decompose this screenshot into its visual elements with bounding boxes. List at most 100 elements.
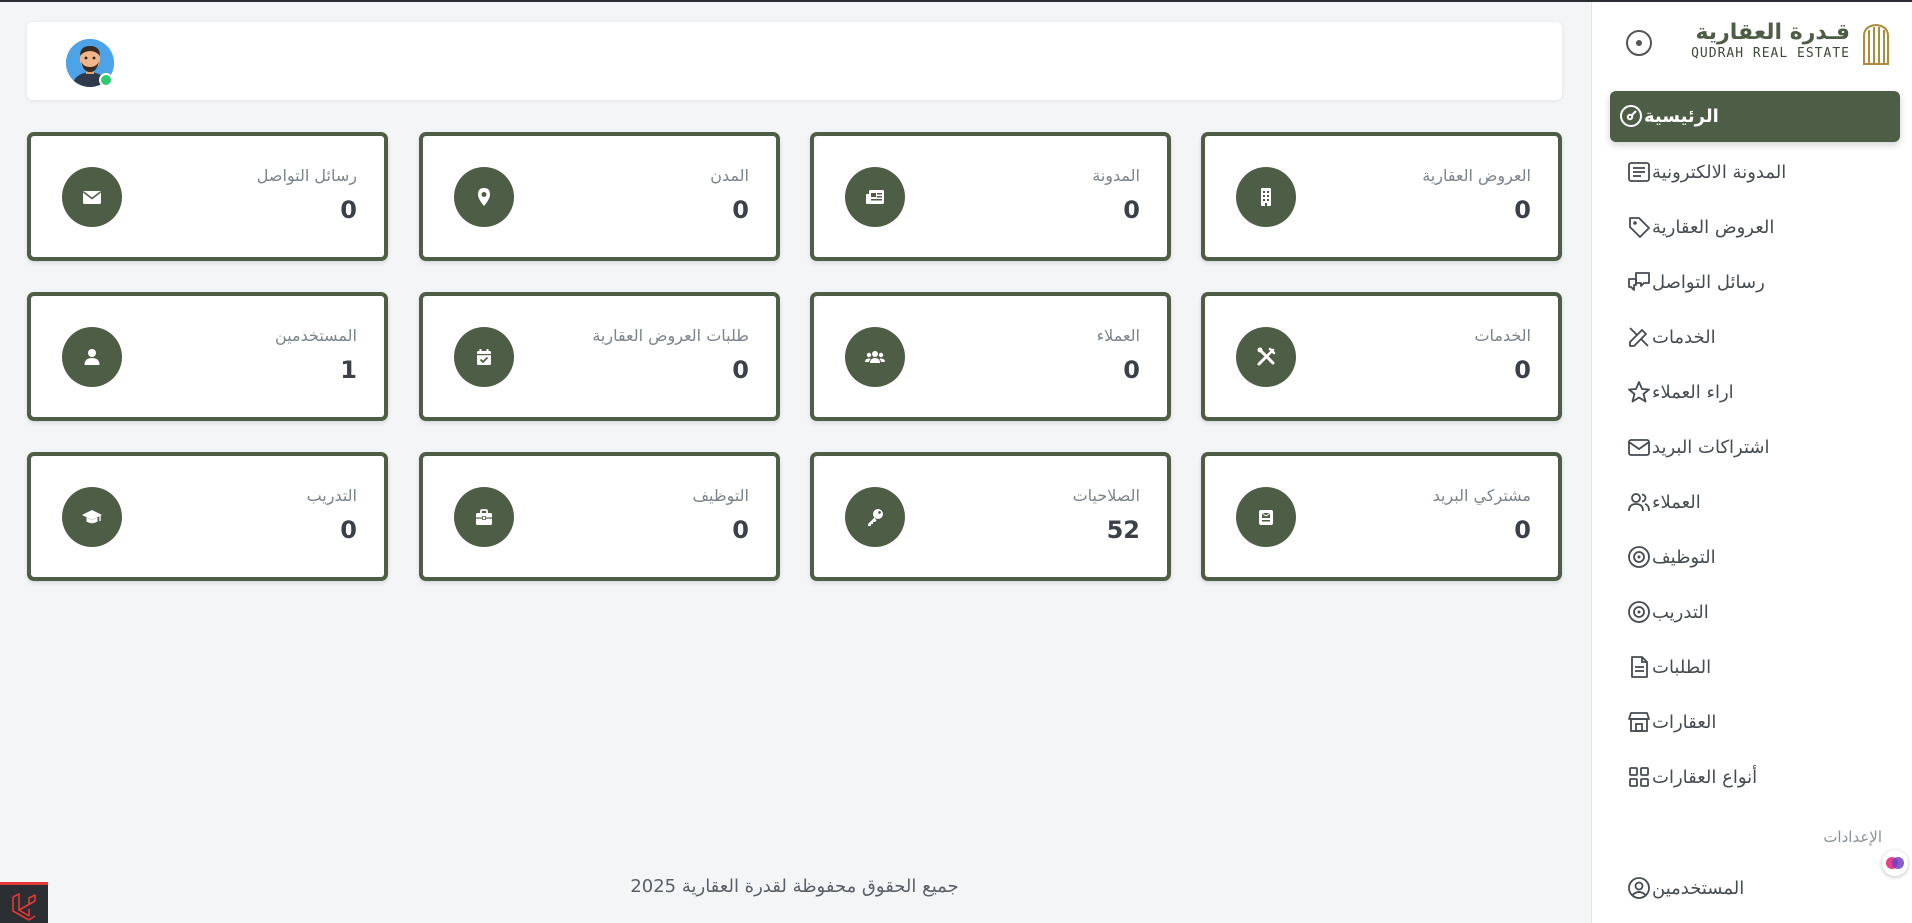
card-value: 0 [732,196,749,224]
sidebar-item-label: رسائل التواصل [1652,271,1765,293]
sidebar-item-label: العقارات [1652,711,1717,733]
card-value: 0 [732,356,749,384]
sidebar-item-label: المستخدمين [1652,877,1745,899]
sidebar-item-testimonials[interactable]: اراء العملاء [1614,370,1894,414]
sidebar-item-jobs[interactable]: التوظيف [1614,535,1894,579]
sidebar-item-subscriptions[interactable]: اشتراكات البريد [1614,425,1894,469]
card-title: مشتركي البريد [1432,486,1531,505]
sidebar-item-label: العروض العقارية [1652,216,1775,238]
tools-icon [1236,327,1296,387]
sidebar-item-requests[interactable]: الطلبات [1614,645,1894,689]
card-title: الخدمات [1474,326,1531,345]
tag-icon [1626,214,1652,240]
card-value: 0 [340,516,357,544]
graduation-cap-icon [62,487,122,547]
card-title: الصلاحيات [1072,486,1140,505]
sidebar-item-clients[interactable]: العملاء [1614,480,1894,524]
sidebar-item-messages[interactable]: رسائل التواصل [1614,260,1894,304]
stat-card-blog[interactable]: المدونة 0 [810,132,1171,261]
document-icon [1626,654,1652,680]
dashboard-gauge-icon [1618,103,1644,129]
sidebar-item-label: الخدمات [1652,326,1716,348]
card-title: المستخدمين [275,326,357,345]
user-circle-icon [1626,875,1652,901]
stat-card-cities[interactable]: المدن 0 [419,132,780,261]
envelope-icon [62,167,122,227]
brand-mark-icon [1863,23,1889,65]
stat-card-training[interactable]: التدريب 0 [27,452,388,581]
stat-card-services[interactable]: الخدمات 0 [1201,292,1562,421]
brand-name-english: QUDRAH REAL ESTATE [1691,46,1850,61]
sidebar-item-label: العملاء [1652,491,1701,513]
card-title: العملاء [1096,326,1140,345]
card-value: 0 [340,196,357,224]
settings-section-heading: الإعدادات [1823,828,1882,846]
sidebar-item-property-types[interactable]: أنواع العقارات [1614,755,1894,799]
briefcase-icon [454,487,514,547]
sidebar-item-properties[interactable]: العقارات [1614,700,1894,744]
mail-icon [1626,434,1652,460]
stat-card-users[interactable]: المستخدمين 1 [27,292,388,421]
sidebar-item-training[interactable]: التدريب [1614,590,1894,634]
messages-icon [1626,269,1652,295]
stat-card-jobs[interactable]: التوظيف 0 [419,452,780,581]
card-value: 0 [1514,356,1531,384]
card-value: 0 [732,516,749,544]
brand-name-arabic: قـدرة العقارية [1695,20,1850,45]
card-value: 0 [1123,356,1140,384]
mail-box-icon [1236,487,1296,547]
sidebar-item-blog[interactable]: المدونة الالكترونية [1614,150,1894,194]
brand-logo[interactable]: قـدرة العقارية QUDRAH REAL ESTATE [1691,20,1892,70]
stat-card-property-offers[interactable]: العروض العقارية 0 [1201,132,1562,261]
stat-card-permissions[interactable]: الصلاحيات 52 [810,452,1171,581]
sidebar-item-label: الرئيسية [1644,105,1719,127]
card-value: 0 [1514,516,1531,544]
card-value: 52 [1106,516,1140,544]
online-status-indicator [99,73,113,87]
sidebar-item-label: الطلبات [1652,656,1712,678]
sidebar: قـدرة العقارية QUDRAH REAL ESTATE الرئيس… [1591,2,1912,923]
target-icon [1626,544,1652,570]
card-title: العروض العقارية [1422,166,1531,185]
newspaper-icon [1626,159,1652,185]
grid-icon [1626,764,1652,790]
stat-card-contact-messages[interactable]: رسائل التواصل 0 [27,132,388,261]
stat-card-mail-subscribers[interactable]: مشتركي البريد 0 [1201,452,1562,581]
ai-assistant-icon[interactable] [1882,850,1908,876]
sidebar-item-label: التوظيف [1652,546,1716,568]
footer-copyright: جميع الحقوق محفوظة لقدرة العقارية 2025 [630,876,959,897]
key-icon [845,487,905,547]
sidebar-item-services[interactable]: الخدمات [1614,315,1894,359]
card-title: المدونة [1092,166,1140,185]
sidebar-item-users[interactable]: المستخدمين [1614,866,1894,910]
sidebar-item-label: التدريب [1652,601,1709,623]
stat-card-clients[interactable]: العملاء 0 [810,292,1171,421]
card-title: طلبات العروض العقارية [592,326,749,345]
building-store-icon [1626,709,1652,735]
sidebar-item-label: أنواع العقارات [1652,766,1758,788]
sidebar-item-offers[interactable]: العروض العقارية [1614,205,1894,249]
card-title: رسائل التواصل [256,166,357,185]
location-pin-icon [454,167,514,227]
sidebar-item-label: المدونة الالكترونية [1652,161,1787,183]
newspaper-icon [845,167,905,227]
star-icon [1626,379,1652,405]
card-title: التوظيف [692,486,749,505]
card-value: 1 [340,356,357,384]
target-icon [1626,599,1652,625]
laravel-logo-icon [12,893,36,921]
card-value: 0 [1514,196,1531,224]
user-icon [62,327,122,387]
building-icon [1236,167,1296,227]
sidebar-collapse-toggle[interactable] [1626,30,1652,56]
tools-icon [1626,324,1652,350]
sidebar-item-home[interactable]: الرئيسية [1606,94,1886,138]
calendar-check-icon [454,327,514,387]
stat-card-offer-requests[interactable]: طلبات العروض العقارية 0 [419,292,780,421]
card-title: التدريب [306,486,357,505]
debugbar-toggle[interactable] [0,882,48,923]
users-icon [1626,489,1652,515]
card-value: 0 [1123,196,1140,224]
card-title: المدن [710,166,749,185]
top-bar [27,22,1562,100]
